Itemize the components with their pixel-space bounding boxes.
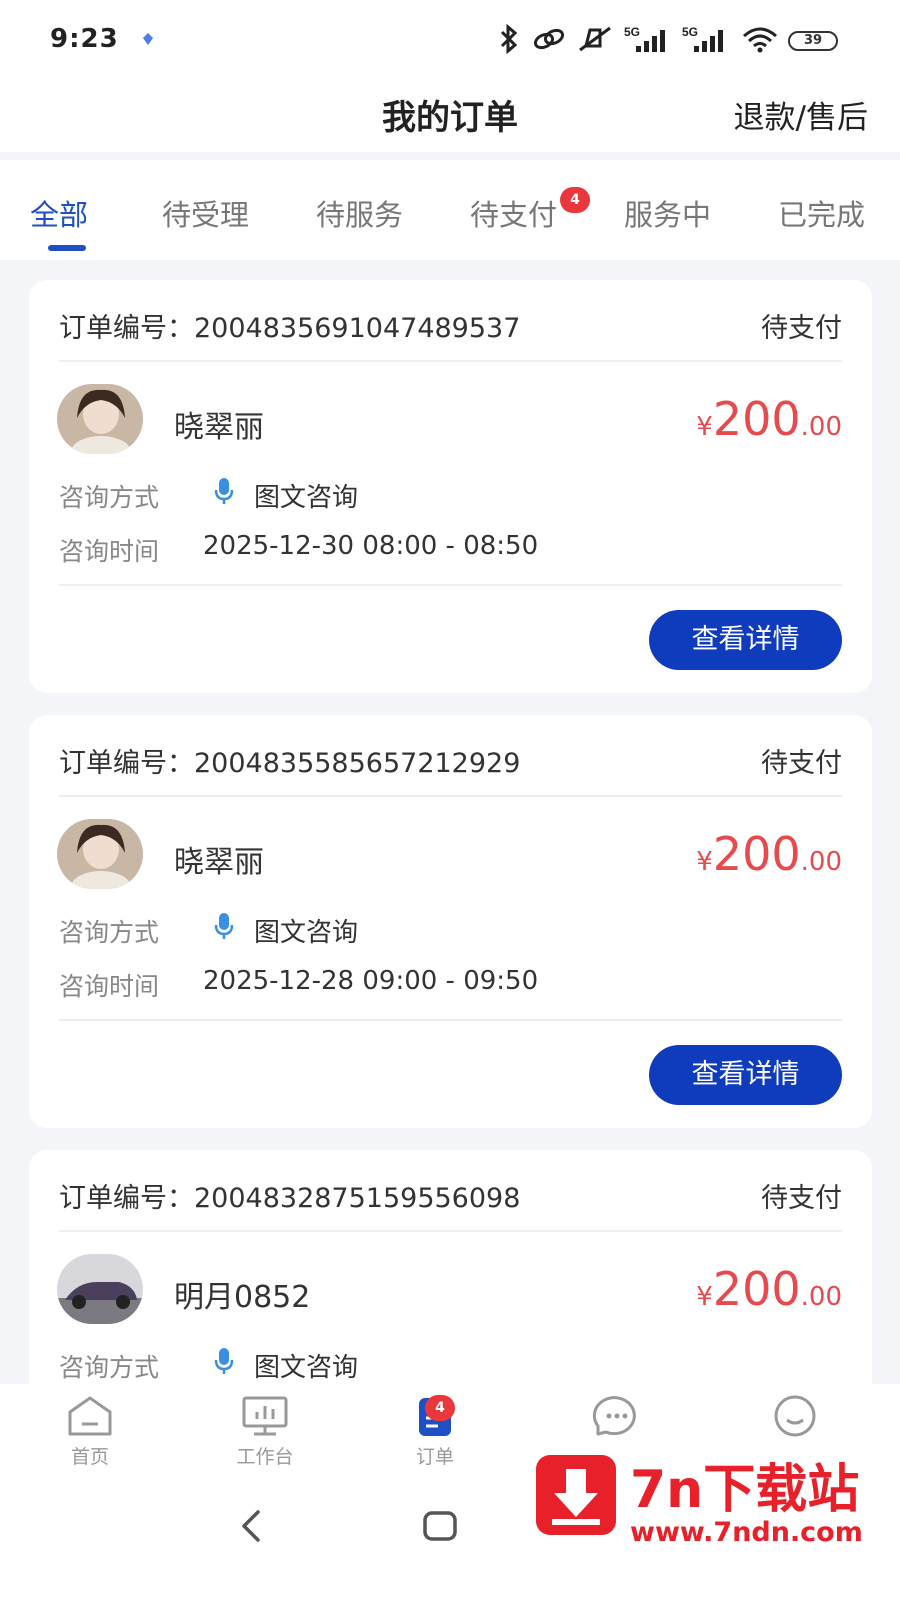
signal-5g-icon: 5G xyxy=(624,25,665,52)
order-price: ¥200.00 xyxy=(696,392,842,446)
refund-aftersale-link[interactable]: 退款/售后 xyxy=(734,92,868,137)
tabbar-badge: 4 xyxy=(425,1395,455,1421)
tab-pending-accept[interactable]: 待受理 xyxy=(162,192,249,234)
order-list: 订单编号：2004835691047489537 待支付 晓翠丽 ¥200.00… xyxy=(0,262,900,1392)
tabbar-label: 订单 xyxy=(415,1446,454,1468)
method-label: 咨询方式 xyxy=(59,1353,160,1382)
consult-method: 图文咨询 xyxy=(254,918,359,948)
divider xyxy=(59,584,842,586)
message-icon xyxy=(592,1396,636,1436)
time-label: 咨询时间 xyxy=(59,537,160,566)
watermark-url: www.7ndn.com xyxy=(630,1517,863,1548)
order-number: 订单编号：2004835585657212929 xyxy=(59,748,521,779)
location-icon xyxy=(143,33,153,45)
avatar xyxy=(57,1254,143,1324)
order-card: 订单编号：2004835691047489537 待支付 晓翠丽 ¥200.00… xyxy=(29,280,872,693)
home-button-icon[interactable] xyxy=(422,1508,458,1544)
tab-pending-service[interactable]: 待服务 xyxy=(316,192,403,234)
battery-indicator: 39 xyxy=(788,31,838,51)
bluetooth-icon xyxy=(500,24,518,54)
consultant-name: 晓翠丽 xyxy=(174,410,264,445)
tabbar-item-home[interactable]: 首页 xyxy=(40,1394,140,1469)
signal-5g-icon: 5G xyxy=(682,25,723,52)
active-tab-indicator xyxy=(48,245,86,251)
tab-pending-payment[interactable]: 待支付 xyxy=(470,192,557,234)
status-bar: 9:23 5G 5G 39 xyxy=(0,0,900,80)
watermark-title: 7n下载站 xyxy=(630,1460,860,1520)
order-status: 待支付 xyxy=(761,1183,842,1214)
home-icon xyxy=(68,1396,112,1436)
order-number: 订单编号：2004835691047489537 xyxy=(59,313,521,344)
status-icons: 5G 5G xyxy=(496,24,780,54)
microphone-icon xyxy=(214,478,234,504)
microphone-icon xyxy=(214,1348,234,1374)
consultant-name: 明月0852 xyxy=(174,1280,311,1315)
tabbar-item-orders[interactable]: 4 订单 xyxy=(385,1394,485,1469)
view-details-button[interactable]: 查看详情 xyxy=(649,610,842,670)
tab-in-service[interactable]: 服务中 xyxy=(624,192,711,234)
avatar xyxy=(57,819,143,889)
download-icon xyxy=(536,1455,616,1535)
tab-all[interactable]: 全部 xyxy=(30,192,88,234)
order-status: 待支付 xyxy=(761,748,842,779)
profile-icon xyxy=(774,1395,816,1437)
svg-text:5G: 5G xyxy=(682,25,698,39)
consult-method: 图文咨询 xyxy=(254,1353,359,1383)
method-label: 咨询方式 xyxy=(59,918,160,947)
divider xyxy=(59,795,842,797)
back-icon[interactable] xyxy=(236,1508,266,1544)
microphone-icon xyxy=(214,913,234,939)
consult-time: 2025-12-28 09:00 - 09:50 xyxy=(203,966,539,996)
tab-badge: 4 xyxy=(560,187,590,213)
tabbar-label: 首页 xyxy=(70,1446,109,1468)
status-time: 9:23 xyxy=(50,24,119,54)
order-tabs: 全部 待受理 待服务 待支付 4 服务中 已完成 xyxy=(0,160,900,260)
time-label: 咨询时间 xyxy=(59,972,160,1001)
header: 我的订单 退款/售后 xyxy=(0,80,900,152)
avatar xyxy=(57,384,143,454)
tabbar-item-workbench[interactable]: 工作台 xyxy=(215,1394,315,1469)
order-price: ¥200.00 xyxy=(696,827,842,881)
wifi-icon xyxy=(743,27,777,53)
tab-completed[interactable]: 已完成 xyxy=(778,192,865,234)
consult-method: 图文咨询 xyxy=(254,483,359,513)
order-price: ¥200.00 xyxy=(696,1262,842,1316)
link-icon xyxy=(533,28,565,50)
divider xyxy=(59,360,842,362)
workbench-icon xyxy=(242,1396,288,1436)
divider xyxy=(59,1230,842,1232)
consultant-name: 晓翠丽 xyxy=(174,845,264,880)
order-number: 订单编号：2004832875159556098 xyxy=(59,1183,521,1214)
mute-icon xyxy=(579,26,611,52)
svg-text:5G: 5G xyxy=(624,25,640,39)
tabbar-label: 工作台 xyxy=(236,1446,294,1468)
order-card: 订单编号：2004832875159556098 待支付 明月0852 ¥200… xyxy=(29,1150,872,1392)
divider xyxy=(59,1019,842,1021)
watermark: 7n下载站 www.7ndn.com xyxy=(530,1435,900,1555)
method-label: 咨询方式 xyxy=(59,483,160,512)
order-card: 订单编号：2004835585657212929 待支付 晓翠丽 ¥200.00… xyxy=(29,715,872,1128)
view-details-button[interactable]: 查看详情 xyxy=(649,1045,842,1105)
order-status: 待支付 xyxy=(761,313,842,344)
consult-time: 2025-12-30 08:00 - 08:50 xyxy=(203,531,539,561)
